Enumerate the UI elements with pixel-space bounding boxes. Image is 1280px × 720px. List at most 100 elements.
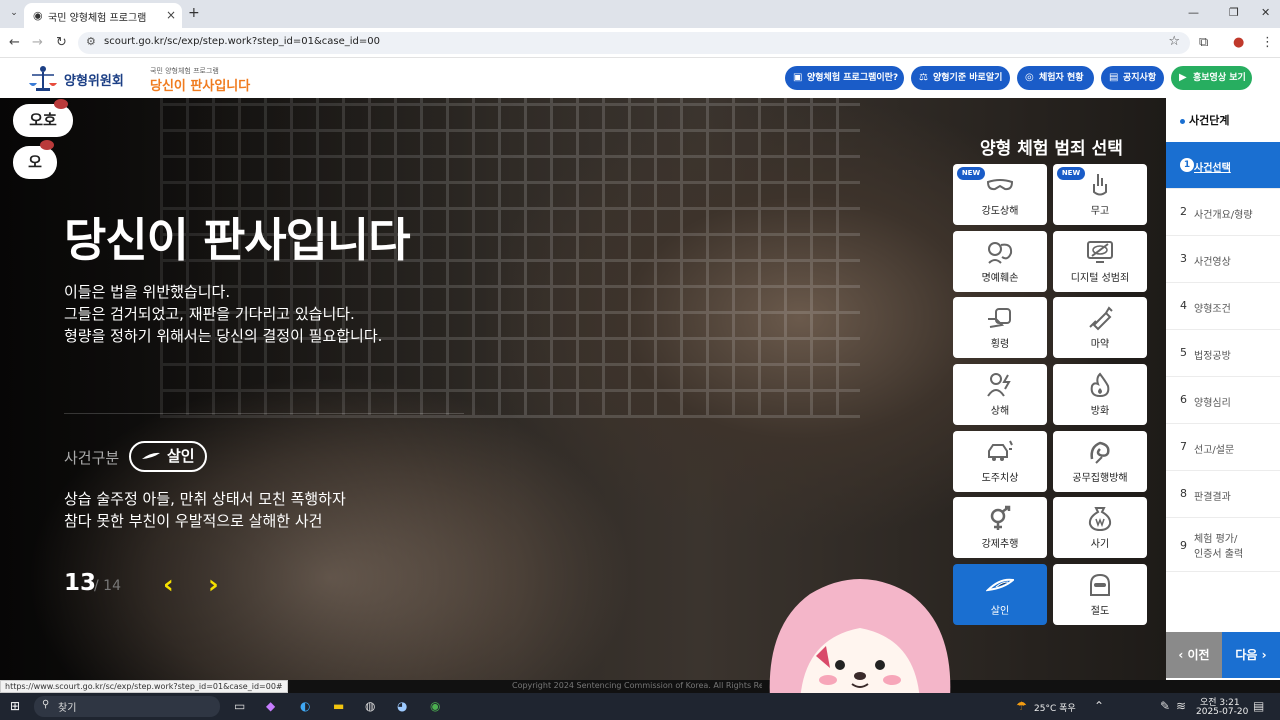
wifi-icon[interactable]: ≋ (1176, 699, 1186, 713)
windows-start-icon[interactable]: ⊞ (10, 699, 20, 713)
extensions-icon[interactable]: ⧉ (1199, 35, 1208, 50)
step-item-9[interactable]: 9 체험 평가/ 인증서 출력 (1166, 518, 1280, 572)
reload-icon[interactable]: ↻ (56, 35, 67, 50)
promo-video-button[interactable]: ▶ 홍보영상 보기 (1171, 66, 1252, 90)
notification-icon[interactable]: ▤ (1253, 699, 1264, 713)
tray-chevron-icon[interactable]: ⌃ (1094, 699, 1104, 713)
crime-button-false-accusation[interactable]: NEW 무고 (1053, 164, 1147, 225)
step-sidebar: 사건단계 1 사건선택 2 사건개요/형량 3 사건영상 4 양형조건 5 법정… (1166, 98, 1280, 680)
minimize-icon[interactable]: — (1188, 6, 1199, 19)
step-item-4[interactable]: 4 양형조건 (1166, 283, 1280, 330)
participant-stats-button[interactable]: ◎ 체험자 현황 (1017, 66, 1094, 90)
address-toolbar: ← → ↻ ⚙ scourt.go.kr/sc/exp/step.work?st… (0, 28, 1280, 58)
app-icon[interactable]: ◍ (365, 699, 375, 713)
reaction-sticker-2: 오 (13, 146, 57, 179)
chevron-left-icon: ‹ (1178, 648, 1188, 662)
crime-button-homicide[interactable]: 살인 (953, 564, 1047, 625)
pen-icon[interactable]: ✎ (1160, 699, 1170, 713)
crime-button-injury[interactable]: 상해 (953, 364, 1047, 425)
thief-mask-icon (1090, 573, 1110, 596)
forward-icon[interactable]: → (32, 35, 43, 50)
syringe-icon (1089, 306, 1113, 331)
step-item-6[interactable]: 6 양형심리 (1166, 377, 1280, 424)
obstruction-icon (1090, 441, 1110, 464)
notice-icon: ▤ (1109, 72, 1119, 83)
browser-tab-active[interactable]: ◉ 국민 양형체험 프로그램 × (24, 3, 182, 28)
step-item-5[interactable]: 5 법정공방 (1166, 330, 1280, 377)
steps-heading: 사건단계 (1180, 112, 1229, 128)
crime-button-drugs[interactable]: 마약 (1053, 297, 1147, 358)
case-type-label: 사건구분 (64, 449, 120, 467)
crime-button-robbery-injury[interactable]: NEW 강도상해 (953, 164, 1047, 225)
step-item-3[interactable]: 3 사건영상 (1166, 236, 1280, 283)
crime-button-theft[interactable]: 절도 (1053, 564, 1147, 625)
url-text[interactable]: scourt.go.kr/sc/exp/step.work?step_id=01… (104, 36, 380, 47)
scales-icon: ⚖ (919, 72, 928, 83)
crime-button-embezzlement[interactable]: 횡령 (953, 297, 1047, 358)
mask-icon (986, 179, 1014, 191)
tab-search-chevron-icon[interactable]: ⌄ (6, 5, 22, 21)
fire-icon (1090, 372, 1110, 398)
hero-desc-line-2: 그들은 검거되었고, 재판을 기다리고 있습니다. (64, 305, 355, 323)
page-total: / 14 (94, 578, 121, 594)
crime-button-fraud[interactable]: 사기 (1053, 497, 1147, 558)
profile-avatar-icon[interactable]: ● (1233, 35, 1244, 50)
step-item-2[interactable]: 2 사건개요/형량 (1166, 189, 1280, 236)
site-info-icon[interactable]: ⚙ (86, 35, 96, 48)
car-crash-icon (988, 440, 1013, 461)
restore-icon[interactable]: ❐ (1229, 6, 1239, 19)
chrome-icon[interactable]: ◉ (430, 699, 440, 713)
prev-step-button[interactable]: ‹ 이전 (1166, 632, 1222, 678)
menu-kebab-icon[interactable]: ⋮ (1261, 35, 1274, 50)
about-program-button[interactable]: ▣ 양형체험 프로그램이란? (785, 66, 904, 90)
task-view-icon[interactable]: ▭ (234, 699, 245, 713)
sentencing-guide-button[interactable]: ⚖ 양형기준 바로알기 (911, 66, 1010, 90)
hero-desc-line-1: 이들은 법을 위반했습니다. (64, 283, 231, 301)
copilot-icon[interactable]: ◆ (266, 699, 275, 713)
step-item-7[interactable]: 7 선고/설문 (1166, 424, 1280, 471)
logo-text[interactable]: 양형위원회 (64, 70, 124, 89)
taskbar-search-box[interactable]: ⚲ 찾기 (34, 696, 220, 717)
crime-button-defamation[interactable]: 명예훼손 (953, 231, 1047, 292)
bookmark-star-icon[interactable]: ☆ (1168, 34, 1180, 49)
file-explorer-icon[interactable]: ▬ (333, 699, 344, 713)
new-tab-icon[interactable]: + (188, 5, 200, 21)
theater-masks-icon (988, 242, 1013, 264)
weather-text[interactable]: 25°C 폭우 (1034, 701, 1076, 714)
crime-button-arson[interactable]: 방화 (1053, 364, 1147, 425)
case-desc-line-1: 상습 술주정 아들, 만취 상태서 모친 폭행하자 (64, 490, 346, 508)
step-item-8[interactable]: 8 판결결과 (1166, 471, 1280, 518)
divider (64, 413, 464, 414)
reaction-sticker-1: 오호 (13, 104, 73, 137)
crime-button-obstruction[interactable]: 공무집행방해 (1053, 431, 1147, 492)
case-desc-line-2: 참다 못한 부친이 우발적으로 살해한 사건 (64, 512, 323, 530)
pointing-hand-icon (1093, 174, 1107, 196)
weather-icon: ☂ (1016, 699, 1027, 713)
page-current: 13 (64, 570, 97, 596)
omnibox[interactable]: ⚙ scourt.go.kr/sc/exp/step.work?step_id=… (78, 32, 1190, 54)
crime-button-digital-sex-crime[interactable]: 디지털 성범죄 (1053, 231, 1147, 292)
step-item-1[interactable]: 1 사건선택 (1166, 142, 1280, 189)
back-icon[interactable]: ← (9, 35, 20, 50)
steam-icon[interactable]: ◕ (397, 699, 407, 713)
close-tab-icon[interactable]: × (166, 8, 176, 22)
clock-date[interactable]: 2025-07-20 (1196, 707, 1248, 717)
money-bag-icon (1088, 507, 1112, 531)
next-step-button[interactable]: 다음 › (1222, 632, 1280, 678)
edge-icon[interactable]: ◐ (300, 699, 310, 713)
notice-button[interactable]: ▤ 공지사항 (1101, 66, 1164, 90)
next-case-chevron-icon[interactable]: › (208, 570, 219, 600)
scales-logo-icon[interactable] (26, 63, 60, 93)
window-close-icon[interactable]: ✕ (1261, 6, 1270, 19)
search-icon: ⚲ (42, 699, 50, 710)
prev-case-chevron-icon[interactable]: ‹ (163, 570, 174, 600)
browser-tab-bar: ⌄ ◉ 국민 양형체험 프로그램 × + — ❐ ✕ (0, 0, 1280, 28)
crime-button-indecent-assault[interactable]: 강제추행 (953, 497, 1047, 558)
crime-button-hit-and-run[interactable]: 도주치상 (953, 431, 1047, 492)
injured-person-icon (987, 373, 1011, 397)
bow-icon (54, 99, 68, 109)
globe-icon: ◉ (33, 9, 43, 22)
new-badge: NEW (957, 167, 985, 180)
new-badge: NEW (1057, 167, 1085, 180)
logo-sub[interactable]: 당신이 판사입니다 (150, 75, 250, 94)
